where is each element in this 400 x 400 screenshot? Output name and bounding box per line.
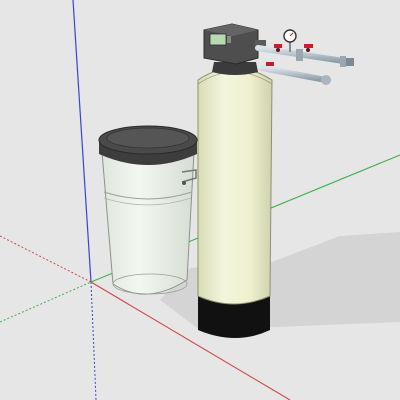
green-axis-dashed (0, 281, 92, 323)
bypass-piping (255, 44, 354, 85)
brine-tank-body (101, 151, 195, 295)
valve-display (209, 33, 227, 46)
pressure-gauge (283, 29, 297, 52)
brine-tank-lid-inner (106, 127, 190, 149)
valve-handle-3 (266, 62, 274, 66)
control-valve (203, 23, 266, 65)
blue-axis (72, 0, 92, 283)
ground-shadow (160, 232, 400, 330)
handle-stem-2 (306, 48, 310, 52)
pipe-coupling-1 (296, 49, 303, 61)
resin-tank-body (197, 67, 273, 305)
red-axis-dashed (0, 235, 92, 283)
valve-handle-1 (274, 44, 282, 48)
resin-tank (197, 62, 273, 338)
pipe-elbow (321, 75, 331, 85)
valve-handle-2 (304, 44, 313, 48)
blue-axis-dashed (90, 281, 97, 400)
handle-stem-1 (276, 48, 280, 52)
pipe-lower (259, 65, 329, 83)
brine-tank-fitting (182, 181, 186, 185)
pipe-upper (255, 45, 353, 65)
pipe-end (346, 58, 354, 66)
valve-button (227, 36, 231, 43)
pipe-coupling-2 (340, 56, 346, 67)
brine-tank (98, 125, 198, 295)
sketchup-scene (0, 0, 400, 400)
